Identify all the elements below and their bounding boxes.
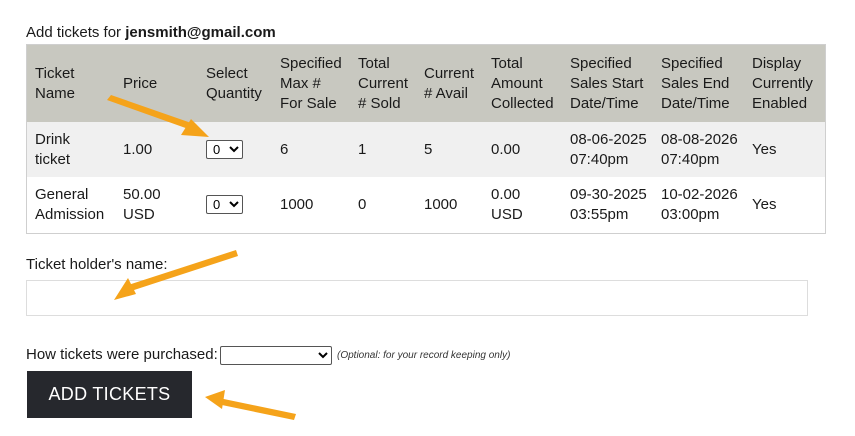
purchase-method-label: How tickets were purchased:: [26, 346, 218, 363]
col-total-sold: Total Current # Sold: [350, 44, 416, 122]
cell-sales-end: 10-02-2026 03:00pm: [653, 177, 744, 234]
cell-amount-collected: 0.00: [483, 122, 562, 177]
arrow-shaft: [107, 95, 197, 131]
col-display-enabled: Display Currently Enabled: [744, 44, 826, 122]
arrow-icon: [114, 250, 238, 300]
col-current-avail: Current # Avail: [416, 44, 483, 122]
cell-total-sold: 1: [350, 122, 416, 177]
add-tickets-button[interactable]: ADD TICKETS: [27, 371, 192, 418]
user-email: jensmith@gmail.com: [125, 24, 276, 41]
cell-ticket-name: Drink ticket: [26, 122, 115, 177]
quantity-select[interactable]: 0: [206, 195, 243, 214]
col-ticket-name: Ticket Name: [26, 44, 115, 122]
cell-current-avail: 1000: [416, 177, 483, 234]
arrow-shaft: [217, 398, 296, 420]
page-heading: Add tickets for jensmith@gmail.com: [26, 24, 276, 41]
cell-current-avail: 5: [416, 122, 483, 177]
purchase-method-note: (Optional: for your record keeping only): [337, 350, 511, 361]
cell-sales-start: 09-30-2025 03:55pm: [562, 177, 653, 234]
arrow-icon: [107, 95, 209, 137]
cell-amount-collected: 0.00 USD: [483, 177, 562, 234]
arrow-head: [114, 278, 136, 300]
col-max-for-sale: Specified Max # For Sale: [272, 44, 350, 122]
purchase-method-select[interactable]: [220, 346, 332, 365]
arrow-icon: [205, 390, 296, 420]
cell-ticket-name: General Admission: [26, 177, 115, 234]
arrow-shaft: [125, 250, 238, 292]
cell-sales-start: 08-06-2025 07:40pm: [562, 122, 653, 177]
cell-quantity: 0: [198, 177, 272, 234]
cell-max-for-sale: 6: [272, 122, 350, 177]
cell-display-enabled: Yes: [744, 122, 826, 177]
cell-total-sold: 0: [350, 177, 416, 234]
heading-prefix: Add tickets for: [26, 24, 126, 41]
arrow-head: [205, 390, 225, 409]
cell-price: 50.00 USD: [115, 177, 198, 234]
cell-sales-end: 08-08-2026 07:40pm: [653, 122, 744, 177]
cell-display-enabled: Yes: [744, 177, 826, 234]
col-amount-collected: Total Amount Collected: [483, 44, 562, 122]
table-row: General Admission 50.00 USD 0 1000 0 100…: [26, 177, 826, 234]
col-sales-start: Specified Sales Start Date/Time: [562, 44, 653, 122]
cell-max-for-sale: 1000: [272, 177, 350, 234]
col-sales-end: Specified Sales End Date/Time: [653, 44, 744, 122]
